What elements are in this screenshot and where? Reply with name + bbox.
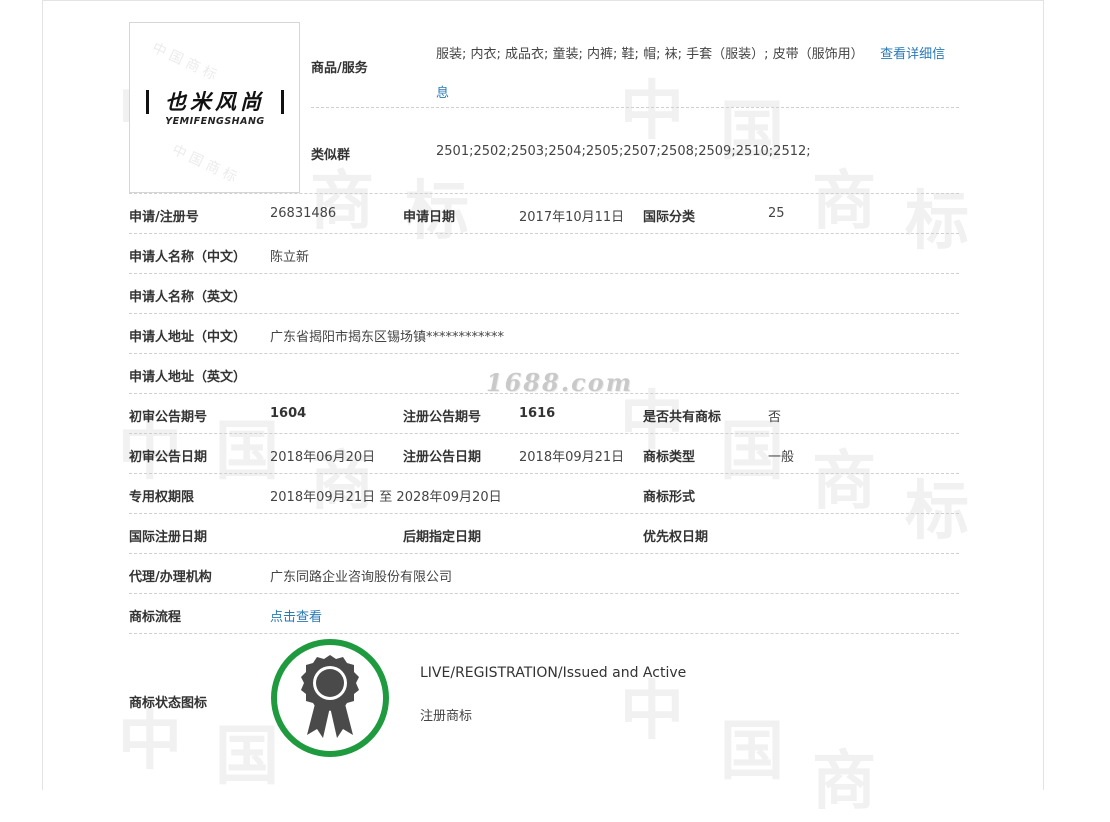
similar-group-value: 2501;2502;2503;2504;2505;2507;2508;2509;… [436,144,811,159]
status-icon-label: 商标状态图标 [129,696,208,711]
reg-issue-label: 注册公告期号 [403,410,482,425]
reg-issue-value: 1616 [519,406,556,421]
agency-value: 广东同路企业咨询股份有限公司 [270,570,453,585]
divider [129,593,959,594]
process-label: 商标流程 [129,610,182,625]
reg-date-label: 注册公告日期 [403,450,482,465]
priority-date-label: 优先权日期 [643,530,709,545]
prelim-date-value: 2018年06月20日 [270,450,376,465]
divider [129,233,959,234]
divider [129,633,959,634]
goods-value: 服装; 内衣; 成品衣; 童装; 内裤; 鞋; 帽; 袜; 手套（服装）; 皮带… [436,35,956,113]
divider [129,193,959,194]
similar-group-label: 类似群 [311,148,351,163]
reg-no-label: 申请/注册号 [129,210,199,225]
reg-date-value: 2018年09月21日 [519,450,625,465]
later-designation-label: 后期指定日期 [403,530,482,545]
trademark-logo-text: 也米风尚 [146,90,284,114]
address-en-label: 申请人地址（英文） [129,370,247,385]
intl-class-value: 25 [768,206,785,221]
address-cn-value: 广东省揭阳市揭东区锡场镇************ [270,330,505,345]
tm-form-label: 商标形式 [643,490,696,505]
goods-text: 服装; 内衣; 成品衣; 童装; 内裤; 鞋; 帽; 袜; 手套（服装）; 皮带… [436,47,864,62]
divider [129,473,959,474]
intl-reg-date-label: 国际注册日期 [129,530,208,545]
status-en: LIVE/REGISTRATION/Issued and Active [420,665,687,681]
tm-type-value: 一般 [768,450,795,465]
reg-no-value: 26831486 [270,206,337,221]
apply-date-value: 2017年10月11日 [519,210,625,225]
prelim-date-label: 初审公告日期 [129,450,208,465]
site-watermark: 1688.com [486,368,634,397]
prelim-issue-label: 初审公告期号 [129,410,208,425]
prelim-issue-value: 1604 [270,406,307,421]
intl-class-label: 国际分类 [643,210,696,225]
applicant-cn-label: 申请人名称（中文） [129,250,247,265]
divider [129,513,959,514]
divider [129,313,959,314]
divider [129,353,959,354]
divider [129,273,959,274]
process-view-link[interactable]: 点击查看 [270,606,322,625]
shared-value: 否 [768,410,782,425]
applicant-en-label: 申请人名称（英文） [129,290,247,305]
divider [129,553,959,554]
trademark-logo-subtext: YEMIFENGSHANG [165,116,265,127]
apply-date-label: 申请日期 [403,210,456,225]
shared-label: 是否共有商标 [643,410,722,425]
registered-badge-icon [271,639,389,757]
applicant-cn-value: 陈立新 [270,250,310,265]
divider [311,107,959,108]
status-cn: 注册商标 [420,709,473,724]
agency-label: 代理/办理机构 [129,570,212,585]
divider [129,433,959,434]
award-ribbon-icon [301,655,359,738]
tm-type-label: 商标类型 [643,450,696,465]
exclusive-period-value: 2018年09月21日 至 2028年09月20日 [270,490,502,505]
trademark-image: 中 国 商 标 中 国 商 标 也米风尚 YEMIFENGSHANG [129,22,300,193]
exclusive-period-label: 专用权期限 [129,490,195,505]
address-cn-label: 申请人地址（中文） [129,330,247,345]
goods-label: 商品/服务 [311,61,368,76]
